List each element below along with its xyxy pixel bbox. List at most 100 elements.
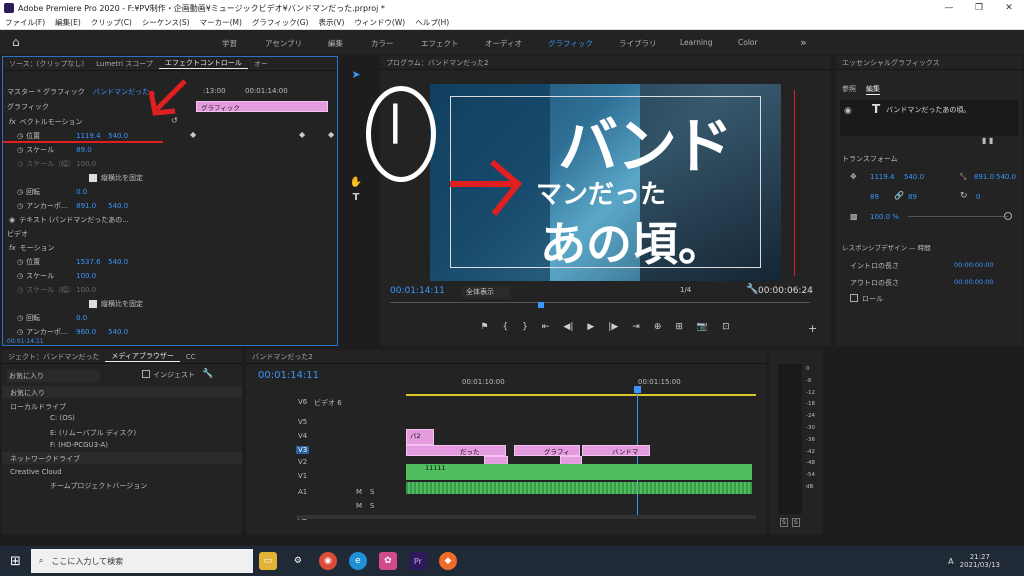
clip-v3-b[interactable]: グラフィ (514, 445, 580, 456)
workspace-assembly[interactable]: アセンブリ (265, 38, 302, 49)
camera-icon[interactable]: 📷 (697, 322, 708, 332)
step-forward-icon[interactable]: |▶ (608, 322, 618, 332)
drive-c-item[interactable]: C: (OS) (50, 414, 75, 422)
workspace-learn[interactable]: 学習 (222, 38, 237, 49)
keyframe-marker[interactable]: ◆ (190, 130, 196, 139)
track-v3-name[interactable]: V3 (296, 446, 310, 454)
track-v4-name[interactable]: V4 (298, 432, 307, 440)
program-time-ruler[interactable] (390, 302, 810, 310)
motion-uniform-checkbox[interactable] (89, 299, 97, 308)
menu-file[interactable]: ファイル(F) (0, 17, 50, 28)
uniform-scale-checkbox[interactable] (89, 173, 97, 182)
edge-icon[interactable]: e (348, 552, 367, 570)
color-app-icon[interactable]: ◆ (438, 552, 457, 570)
add-button-icon[interactable]: + (808, 322, 817, 335)
eg-position-x[interactable]: 1119.4 (870, 173, 895, 181)
new-layer-icon[interactable]: ▮ ▮ (982, 136, 993, 145)
track-v1-name[interactable]: V1 (298, 472, 307, 480)
minimize-button[interactable]: — (934, 3, 964, 13)
clip-v1[interactable]: 11111 (406, 464, 752, 480)
workspace-color-en[interactable]: Color (738, 38, 758, 47)
mark-out-icon[interactable]: } (522, 322, 528, 332)
eg-scale[interactable]: 89 (870, 193, 879, 201)
a1b-mute[interactable]: M (356, 502, 362, 510)
home-icon[interactable]: ⌂ (12, 35, 20, 49)
link-icon[interactable]: 🔗 (894, 191, 904, 200)
tab-edit[interactable]: 編集 (866, 84, 880, 95)
a1b-solo[interactable]: S (370, 502, 374, 510)
position-y-value[interactable]: 540.0 (108, 132, 128, 140)
tab-source[interactable]: ソース：(クリップなし) (3, 59, 90, 69)
type-tool-icon[interactable]: T (348, 192, 364, 203)
tab-audio[interactable]: オー (248, 59, 274, 69)
anchor-x-value[interactable]: 891.0 (76, 202, 108, 210)
tab-cc[interactable]: CC (180, 353, 202, 361)
eg-anchor-y[interactable]: 540.0 (996, 173, 1016, 181)
text-layer-name[interactable]: バンドマンだったあの頃。 (886, 105, 970, 115)
clip-v4[interactable]: バ2 (406, 429, 434, 445)
eg-position-y[interactable]: 540.0 (904, 173, 924, 181)
eye-icon[interactable]: ◉ (844, 106, 852, 116)
settings-gear-icon[interactable]: ⚙ (289, 552, 307, 570)
motion-scale-value[interactable]: 100.0 (76, 272, 96, 280)
tab-browse[interactable]: 参照 (842, 84, 856, 95)
eg-opacity[interactable]: 100.0 % (870, 213, 899, 221)
local-drives-item[interactable]: ローカルドライブ (10, 402, 66, 412)
ingest-checkbox[interactable] (142, 370, 150, 378)
scale-value[interactable]: 89.0 (76, 146, 92, 154)
menu-marker[interactable]: マーカー(M) (195, 17, 247, 28)
menu-window[interactable]: ウィンドウ(W) (349, 17, 410, 28)
premiere-taskbar-icon[interactable]: Pr (408, 552, 427, 570)
timeline-scrollbar[interactable] (296, 515, 756, 519)
selection-tool-icon[interactable]: ➤ (348, 68, 364, 81)
workspace-audio[interactable]: オーディオ (485, 38, 522, 49)
eye-icon[interactable]: ◉ (9, 216, 15, 224)
menu-sequence[interactable]: シーケンス(S) (137, 17, 195, 28)
eg-scale-2[interactable]: 89 (908, 193, 917, 201)
track-v5-name[interactable]: V5 (298, 418, 307, 426)
wrench-icon[interactable]: 🔧 (746, 284, 758, 295)
timeline-sequence-tab[interactable]: バンドマンだった2 (246, 352, 319, 362)
taskbar-search-box[interactable]: ⌕ ここに入力して検索 (30, 549, 253, 573)
clip-v3-a[interactable]: だった (406, 445, 506, 456)
tab-media-browser[interactable]: メディアブラウザー (105, 351, 180, 362)
chrome-icon[interactable]: ◉ (318, 552, 337, 570)
tab-project[interactable]: ジェクト：バンドマンだった (2, 352, 105, 362)
network-drives-item[interactable]: ネットワークドライブ (10, 454, 80, 464)
drive-f-item[interactable]: F: (HD-PCGU3-A) (50, 441, 108, 449)
workspace-effects[interactable]: エフェクト (421, 38, 459, 49)
menu-view[interactable]: 表示(V) (313, 17, 349, 28)
workspace-learning[interactable]: Learning (680, 38, 713, 47)
meter-solo-left[interactable]: S (780, 518, 788, 527)
windows-start-icon[interactable]: ⊞ (10, 554, 21, 569)
stopwatch-icon[interactable]: ◷ (17, 132, 23, 140)
marker-icon[interactable]: ⚑ (480, 322, 488, 332)
file-explorer-icon[interactable]: ▭ (258, 552, 277, 570)
program-timecode[interactable]: 00:01:14:11 (390, 286, 445, 296)
close-button[interactable]: ✕ (994, 3, 1024, 13)
track-a1-name[interactable]: A1 (298, 488, 307, 496)
go-to-in-icon[interactable]: ⇤ (542, 322, 550, 332)
quality-dropdown[interactable]: 1/4 (680, 286, 691, 294)
creative-cloud-item[interactable]: Creative Cloud (10, 468, 62, 476)
menu-edit[interactable]: 編集(E) (50, 17, 86, 28)
button-editor-icon[interactable]: ⊡ (722, 322, 730, 332)
maximize-button[interactable]: ❐ (964, 3, 994, 13)
anchor-y-value[interactable]: 540.0 (108, 202, 128, 210)
eg-rotation[interactable]: 0 (976, 193, 980, 201)
graphic-clip-bar[interactable]: グラフィック (196, 101, 328, 112)
work-area-bar[interactable] (406, 394, 756, 396)
mark-in-icon[interactable]: { (502, 322, 508, 332)
program-playhead[interactable] (538, 302, 544, 308)
meter-solo-right[interactable]: S (792, 518, 800, 527)
timeline-timecode[interactable]: 00:01:14:11 (258, 370, 319, 381)
a1-mute[interactable]: M (356, 488, 362, 496)
drive-e-item[interactable]: E: (リムーバブル ディスク) (50, 428, 136, 438)
keyframe-marker[interactable]: ◆ (299, 130, 305, 139)
clip-a1-audio[interactable] (406, 482, 752, 494)
position-x-value[interactable]: 1119.4 (76, 132, 108, 140)
hand-tool-icon[interactable]: ✋ (348, 177, 364, 188)
track-v2-name[interactable]: V2 (298, 458, 307, 466)
fit-dropdown[interactable]: 全体表示 (462, 286, 510, 298)
a1-solo[interactable]: S (370, 488, 374, 496)
